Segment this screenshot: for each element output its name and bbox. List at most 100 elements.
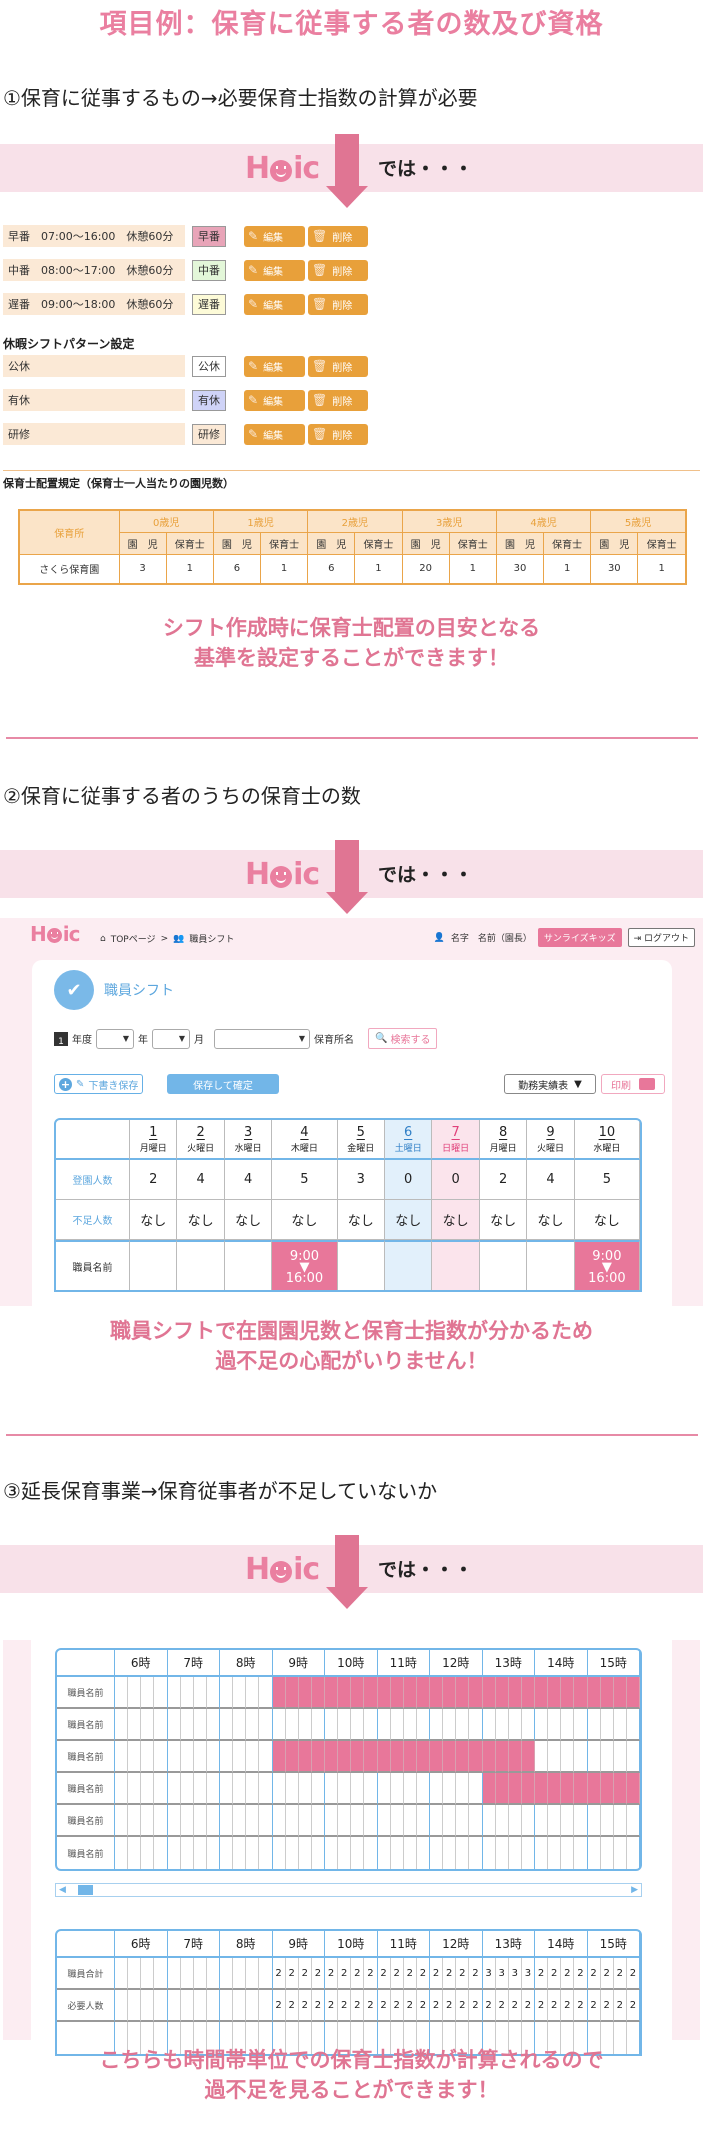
quarter-slot[interactable] — [325, 1773, 339, 1805]
quarter-slot[interactable] — [456, 1677, 470, 1709]
staff-shift-cell[interactable] — [177, 1240, 225, 1290]
quarter-slot[interactable] — [613, 1773, 627, 1805]
staff-shift-cell[interactable] — [224, 1240, 273, 1290]
quarter-slot[interactable] — [483, 1837, 496, 1869]
quarter-slot[interactable] — [469, 1741, 483, 1773]
quarter-slot[interactable] — [600, 1709, 614, 1741]
quarter-slot[interactable] — [312, 1837, 325, 1869]
delete-button[interactable]: 🗑 削除 — [308, 389, 368, 411]
breadcrumb-home[interactable]: TOPページ — [111, 932, 156, 945]
edit-button[interactable]: ✎ 編集 — [244, 259, 305, 281]
quarter-slot[interactable] — [193, 1741, 207, 1773]
quarter-slot[interactable] — [613, 1709, 627, 1741]
quarter-slot[interactable] — [206, 1773, 220, 1805]
edit-button[interactable]: ✎ 編集 — [244, 293, 305, 315]
quarter-slot[interactable] — [272, 1741, 286, 1773]
delete-button[interactable]: 🗑 削除 — [308, 259, 368, 281]
quarter-slot[interactable] — [390, 1709, 404, 1741]
quarter-slot[interactable] — [233, 1773, 247, 1805]
quarter-slot[interactable] — [351, 1677, 365, 1709]
quarter-slot[interactable] — [351, 1837, 365, 1869]
quarter-slot[interactable] — [495, 1741, 509, 1773]
quarter-slot[interactable] — [233, 1677, 247, 1709]
quarter-slot[interactable] — [456, 1709, 470, 1741]
fiscal-year-select[interactable]: ▼ — [96, 1028, 134, 1049]
quarter-slot[interactable] — [456, 1773, 470, 1805]
quarter-slot[interactable] — [311, 1677, 325, 1709]
quarter-slot[interactable] — [430, 1709, 444, 1741]
quarter-slot[interactable] — [548, 1773, 562, 1805]
quarter-slot[interactable] — [561, 1837, 575, 1869]
quarter-slot[interactable] — [298, 1677, 312, 1709]
quarter-slot[interactable] — [193, 1773, 207, 1805]
quarter-slot[interactable] — [325, 1805, 339, 1837]
app-logo[interactable]: Hic — [30, 924, 80, 944]
quarter-slot[interactable] — [338, 1677, 352, 1709]
quarter-slot[interactable] — [338, 1773, 352, 1805]
quarter-slot[interactable] — [377, 1773, 391, 1805]
quarter-slot[interactable] — [587, 1805, 601, 1837]
quarter-slot[interactable] — [233, 1709, 247, 1741]
quarter-slot[interactable] — [193, 1677, 207, 1709]
quarter-slot[interactable] — [220, 1773, 234, 1805]
quarter-slot[interactable] — [614, 1837, 627, 1869]
quarter-slot[interactable] — [298, 1709, 312, 1741]
quarter-slot[interactable] — [141, 1805, 155, 1837]
quarter-slot[interactable] — [115, 1677, 129, 1709]
quarter-slot[interactable] — [626, 1773, 640, 1805]
scroll-thumb[interactable] — [78, 1885, 93, 1895]
horizontal-scrollbar[interactable]: ◀ ▶ — [55, 1883, 642, 1897]
quarter-slot[interactable] — [482, 1677, 496, 1709]
quarter-slot[interactable] — [154, 1709, 168, 1741]
quarter-slot[interactable] — [364, 1741, 378, 1773]
quarter-slot[interactable] — [626, 1741, 640, 1773]
quarter-slot[interactable] — [259, 1773, 273, 1805]
quarter-slot[interactable] — [535, 1741, 549, 1773]
quarter-slot[interactable] — [220, 1805, 234, 1837]
quarter-slot[interactable] — [128, 1677, 142, 1709]
quarter-slot[interactable] — [167, 1709, 181, 1741]
quarter-slot[interactable] — [206, 1741, 220, 1773]
quarter-slot[interactable] — [508, 1805, 522, 1837]
quarter-slot[interactable] — [587, 1741, 601, 1773]
quarter-slot[interactable] — [338, 1837, 352, 1869]
quarter-slot[interactable] — [259, 1741, 273, 1773]
quarter-slot[interactable] — [141, 1837, 155, 1869]
nursery-button[interactable]: サンライズキッズ — [537, 928, 622, 947]
quarter-slot[interactable] — [364, 1677, 378, 1709]
quarter-slot[interactable] — [403, 1773, 417, 1805]
quarter-slot[interactable] — [377, 1709, 391, 1741]
quarter-slot[interactable] — [180, 1773, 194, 1805]
quarter-slot[interactable] — [574, 1837, 588, 1869]
delete-button[interactable]: 🗑 削除 — [308, 423, 368, 445]
quarter-slot[interactable] — [535, 1773, 549, 1805]
quarter-slot[interactable] — [154, 1677, 168, 1709]
quarter-slot[interactable] — [574, 1709, 588, 1741]
quarter-slot[interactable] — [285, 1677, 299, 1709]
quarter-slot[interactable] — [456, 1837, 470, 1869]
quarter-slot[interactable] — [364, 1805, 378, 1837]
quarter-slot[interactable] — [115, 1741, 129, 1773]
quarter-slot[interactable] — [430, 1677, 444, 1709]
quarter-slot[interactable] — [403, 1805, 417, 1837]
quarter-slot[interactable] — [390, 1741, 404, 1773]
quarter-slot[interactable] — [561, 1741, 575, 1773]
quarter-slot[interactable] — [168, 1837, 181, 1869]
quarter-slot[interactable] — [443, 1709, 457, 1741]
quarter-slot[interactable] — [430, 1805, 444, 1837]
quarter-slot[interactable] — [220, 1837, 234, 1869]
quarter-slot[interactable] — [233, 1837, 247, 1869]
quarter-slot[interactable] — [180, 1805, 194, 1837]
quarter-slot[interactable] — [351, 1773, 365, 1805]
quarter-slot[interactable] — [285, 1805, 299, 1837]
quarter-slot[interactable] — [128, 1773, 142, 1805]
quarter-slot[interactable] — [508, 1677, 522, 1709]
quarter-slot[interactable] — [626, 1709, 640, 1741]
staff-shift-cell[interactable] — [384, 1240, 433, 1290]
quarter-slot[interactable] — [351, 1741, 365, 1773]
quarter-slot[interactable] — [587, 1773, 601, 1805]
quarter-slot[interactable] — [587, 1709, 601, 1741]
quarter-slot[interactable] — [561, 1709, 575, 1741]
quarter-slot[interactable] — [417, 1837, 430, 1869]
quarter-slot[interactable] — [521, 1677, 535, 1709]
